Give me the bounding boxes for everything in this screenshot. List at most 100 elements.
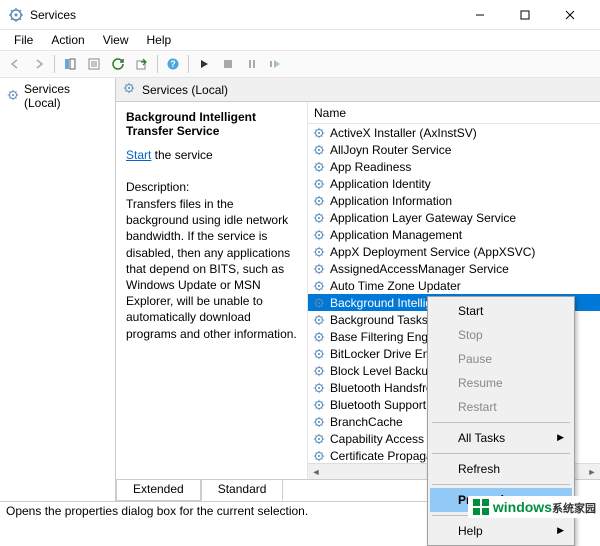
ctx-separator — [432, 422, 570, 423]
ctx-all-tasks-label: All Tasks — [458, 431, 505, 445]
service-name: Application Information — [330, 194, 452, 208]
gear-icon — [312, 262, 326, 276]
gear-icon — [6, 88, 20, 105]
gear-icon — [312, 296, 326, 310]
description-pane: Background Intelligent Transfer Service … — [116, 102, 308, 479]
service-name: Application Identity — [330, 177, 431, 191]
ctx-restart[interactable]: Restart — [430, 395, 572, 419]
tree-pane[interactable]: Services (Local) — [0, 78, 116, 501]
app-icon — [8, 7, 24, 23]
refresh-button[interactable] — [107, 53, 129, 75]
gear-icon — [312, 160, 326, 174]
ctx-separator — [432, 484, 570, 485]
service-name: AllJoyn Router Service — [330, 143, 451, 157]
service-row[interactable]: ActiveX Installer (AxInstSV) — [308, 124, 600, 141]
ctx-start[interactable]: Start — [430, 299, 572, 323]
service-row[interactable]: Application Layer Gateway Service — [308, 209, 600, 226]
gear-icon — [312, 245, 326, 259]
start-service-button[interactable] — [193, 53, 215, 75]
service-row[interactable]: Auto Time Zone Updater — [308, 277, 600, 294]
watermark-suffix: 系统家园 — [552, 503, 596, 515]
tab-extended[interactable]: Extended — [116, 480, 201, 501]
service-row[interactable]: AssignedAccessManager Service — [308, 260, 600, 277]
titlebar: Services — [0, 0, 600, 30]
window-title: Services — [30, 8, 457, 22]
service-row[interactable]: AppX Deployment Service (AppXSVC) — [308, 243, 600, 260]
toolbar: ? — [0, 50, 600, 78]
status-text: Opens the properties dialog box for the … — [6, 504, 308, 518]
service-name: AppX Deployment Service (AppXSVC) — [330, 245, 535, 259]
pause-service-button[interactable] — [241, 53, 263, 75]
right-header-title: Services (Local) — [142, 83, 228, 97]
forward-button[interactable] — [28, 53, 50, 75]
help-button[interactable]: ? — [162, 53, 184, 75]
export-button[interactable] — [131, 53, 153, 75]
gear-icon — [312, 330, 326, 344]
maximize-button[interactable] — [502, 1, 547, 29]
windows-logo-icon — [472, 498, 490, 516]
window-controls — [457, 1, 592, 29]
gear-icon — [312, 398, 326, 412]
toolbar-separator — [157, 55, 158, 73]
gear-icon — [312, 177, 326, 191]
service-row[interactable]: Application Management — [308, 226, 600, 243]
gear-icon — [312, 432, 326, 446]
service-row[interactable]: AllJoyn Router Service — [308, 141, 600, 158]
watermark-text: windows系统家园 — [493, 499, 596, 516]
start-service-link[interactable]: Start — [126, 148, 151, 162]
gear-icon — [312, 449, 326, 463]
menu-view[interactable]: View — [95, 31, 137, 49]
selected-service-name: Background Intelligent Transfer Service — [126, 110, 297, 138]
chevron-right-icon: ▶ — [557, 432, 564, 443]
watermark-brand: windows — [493, 499, 552, 515]
scroll-right-icon[interactable]: ► — [584, 464, 600, 479]
tree-root[interactable]: Services (Local) — [0, 78, 115, 114]
menu-file[interactable]: File — [6, 31, 41, 49]
close-button[interactable] — [547, 1, 592, 29]
service-name: Application Layer Gateway Service — [330, 211, 516, 225]
start-service-line: Start the service — [126, 148, 297, 162]
service-row[interactable]: App Readiness — [308, 158, 600, 175]
chevron-right-icon: ▶ — [557, 525, 564, 536]
gear-icon — [312, 279, 326, 293]
minimize-button[interactable] — [457, 1, 502, 29]
stop-service-button[interactable] — [217, 53, 239, 75]
start-rest-text: the service — [151, 148, 212, 162]
gear-icon — [312, 194, 326, 208]
gear-icon — [312, 381, 326, 395]
gear-icon — [312, 143, 326, 157]
show-hide-tree-button[interactable] — [59, 53, 81, 75]
toolbar-separator — [188, 55, 189, 73]
description-label: Description: — [126, 180, 297, 194]
ctx-pause[interactable]: Pause — [430, 347, 572, 371]
properties-toolbar-button[interactable] — [83, 53, 105, 75]
service-name: App Readiness — [330, 160, 411, 174]
back-button[interactable] — [4, 53, 26, 75]
gear-icon — [312, 126, 326, 140]
ctx-all-tasks[interactable]: All Tasks ▶ — [430, 426, 572, 450]
service-name: ActiveX Installer (AxInstSV) — [330, 126, 477, 140]
gear-icon — [122, 81, 136, 98]
toolbar-separator — [54, 55, 55, 73]
menu-help[interactable]: Help — [139, 31, 180, 49]
gear-icon — [312, 313, 326, 327]
svg-text:?: ? — [170, 59, 176, 69]
menu-action[interactable]: Action — [43, 31, 92, 49]
ctx-separator — [432, 453, 570, 454]
service-row[interactable]: Application Identity — [308, 175, 600, 192]
restart-service-button[interactable] — [265, 53, 287, 75]
ctx-refresh[interactable]: Refresh — [430, 457, 572, 481]
gear-icon — [312, 347, 326, 361]
ctx-stop[interactable]: Stop — [430, 323, 572, 347]
ctx-help[interactable]: Help▶ — [430, 519, 572, 543]
watermark: windows系统家园 — [468, 496, 600, 518]
tab-standard[interactable]: Standard — [201, 480, 284, 501]
scroll-left-icon[interactable]: ◄ — [308, 464, 324, 479]
service-name: Auto Time Zone Updater — [330, 279, 461, 293]
service-name: BranchCache — [330, 415, 403, 429]
service-row[interactable]: Application Information — [308, 192, 600, 209]
column-header-name[interactable]: Name — [308, 102, 600, 124]
ctx-resume[interactable]: Resume — [430, 371, 572, 395]
right-header: Services (Local) — [116, 78, 600, 102]
tree-root-label: Services (Local) — [24, 82, 109, 110]
